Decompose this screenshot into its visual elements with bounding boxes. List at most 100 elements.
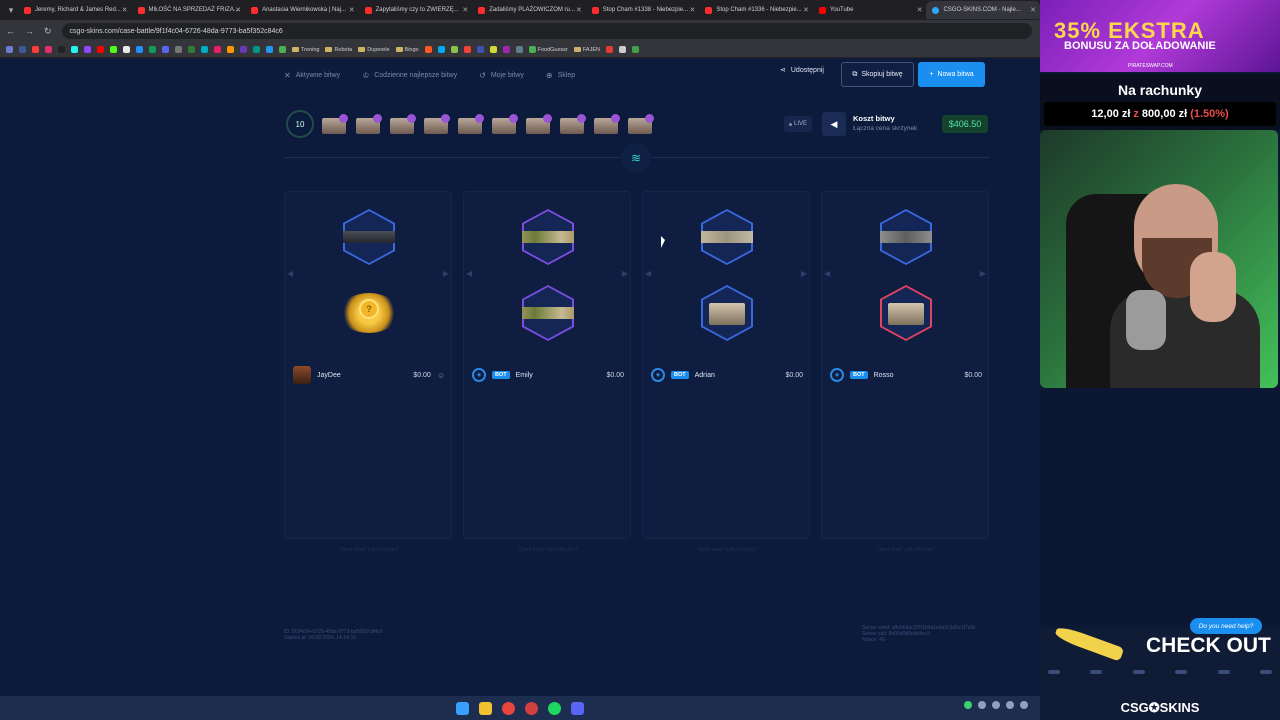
spotify-icon[interactable] — [548, 701, 561, 715]
tab-list-icon[interactable]: ▾ — [4, 5, 18, 16]
tray-icon[interactable] — [992, 701, 1000, 709]
bookmark-icon[interactable] — [136, 46, 143, 53]
browser-tab[interactable]: Stop Cham #1338 - Niebezpie... ✕ — [586, 1, 700, 19]
bookmark-icon[interactable] — [162, 46, 169, 53]
windows-start-icon[interactable] — [456, 701, 469, 715]
player-amount: $0.00 — [413, 371, 431, 379]
url-field[interactable]: csgo-skins.com/case-battle/9f1f4c04-6726… — [61, 23, 1032, 39]
speaker-icon: ◀ — [830, 118, 838, 129]
item-slot: ? — [285, 278, 453, 348]
bookmark-icon[interactable] — [84, 46, 91, 53]
bookmark-icon[interactable] — [437, 46, 445, 53]
bookmark-icon[interactable] — [214, 46, 221, 53]
bookmark-icon[interactable] — [253, 46, 260, 53]
bookmark-folder-robota[interactable]: Robota — [325, 47, 352, 53]
case-battle-page: ✕ Aktywne bitwy ♔ Codzienne najlepsze bitw… — [0, 58, 1040, 696]
bookmark-icon[interactable] — [606, 46, 613, 53]
url-text: csgo-skins.com/case-battle/9f1f4c04-6726… — [69, 27, 283, 35]
bookmark-icon[interactable] — [32, 46, 39, 53]
browser-tab[interactable]: MIŁOŚĆ NA SPRZEDAŻ FRIZA... ✕ — [132, 1, 246, 19]
tray-icon[interactable] — [964, 701, 972, 709]
close-icon[interactable]: ✕ — [803, 6, 809, 14]
nav-daily-best[interactable]: ♔ Codzienne najlepsze bitwy — [362, 71, 457, 80]
back-icon[interactable]: ← — [6, 26, 15, 36]
checkout-text: CHECK OUT — [1146, 634, 1271, 657]
copy-battle-button[interactable]: ⧉ Skopiuj bitwę — [841, 62, 914, 87]
bookmark-folder-fajen[interactable]: FAJEN — [573, 47, 600, 53]
close-icon[interactable]: ✕ — [689, 6, 695, 14]
discord-icon[interactable] — [571, 701, 584, 715]
help-button[interactable]: Do you need help? — [1190, 618, 1262, 634]
bookmark-icon[interactable] — [266, 46, 273, 53]
client-seed: Client seed: 1d4c1f0e2ac7 — [697, 547, 757, 553]
bookmark-icon[interactable] — [71, 46, 78, 53]
bookmark-folder-bingo[interactable]: Bingo — [395, 46, 419, 53]
weapon-icon — [880, 231, 932, 243]
youtube-icon — [591, 6, 599, 14]
bookmark-icon[interactable] — [240, 46, 247, 53]
checkout-banner: CHECK OUT CSG✪SKINS — [1040, 624, 1280, 720]
bookmark-icon[interactable] — [632, 46, 639, 53]
close-icon[interactable]: ✕ — [917, 6, 923, 14]
bookmark-folder-trening[interactable]: Trening — [292, 47, 319, 53]
browser-tab[interactable]: Anastasia Wiernikowska | Naj... ✕ — [245, 1, 359, 19]
chrome-icon[interactable] — [502, 701, 515, 715]
bookmark-icon[interactable] — [201, 46, 208, 53]
arrow-left-icon: ◀ — [645, 269, 652, 278]
close-icon[interactable]: ✕ — [576, 6, 582, 14]
bookmark-icon[interactable] — [502, 46, 510, 53]
browser-tab[interactable]: Jeremy, Richard & James Red... ✕ — [18, 1, 132, 19]
bookmark-icon[interactable] — [58, 46, 65, 53]
new-battle-button[interactable]: + Nowa bitwa — [918, 62, 985, 87]
nav-active-battles[interactable]: ✕ Aktywne bitwy — [284, 71, 340, 80]
bookmark-icon[interactable] — [619, 46, 626, 53]
nav-my-battles[interactable]: ↺ Moje bitwy — [479, 71, 524, 80]
bookmark-icon[interactable] — [19, 46, 26, 53]
close-icon[interactable]: ✕ — [1030, 6, 1036, 14]
close-icon[interactable]: ✕ — [462, 6, 468, 14]
bookmark-icon[interactable] — [450, 46, 458, 53]
player-row: ◉ BOT Emily $0.00 — [464, 360, 632, 390]
bookmark-icon[interactable] — [97, 46, 104, 53]
share-label: Udostępnij — [790, 66, 824, 74]
browser-tab[interactable]: Zadaliśmy PLAŻOWICZOM ru... ✕ — [472, 1, 586, 19]
bookmark-folder-duperele[interactable]: Duperele — [358, 47, 390, 53]
copy-icon: ⧉ — [852, 70, 858, 78]
bookmark-icon[interactable] — [424, 46, 432, 53]
app-icon[interactable] — [525, 701, 538, 715]
reload-icon[interactable]: ↻ — [44, 26, 52, 37]
tray-icon[interactable] — [978, 701, 986, 709]
browser-tab[interactable]: YouTube ✕ — [813, 1, 927, 19]
bookmark-icon[interactable] — [123, 46, 130, 53]
bookmark-icon[interactable] — [515, 46, 523, 53]
close-icon[interactable]: ✕ — [235, 6, 241, 14]
tray-icon[interactable] — [1020, 701, 1028, 709]
bookmark-icon[interactable] — [45, 46, 52, 53]
bookmark-icon[interactable] — [279, 46, 286, 53]
bookmark-label: Bingo — [404, 46, 419, 53]
bookmark-icon[interactable] — [476, 46, 484, 53]
volume-button[interactable]: ◀ — [822, 112, 846, 136]
file-explorer-icon[interactable] — [479, 701, 492, 715]
bookmark-icon[interactable] — [149, 46, 156, 53]
browser-tab[interactable]: Stop Cham #1336 - Niebezpie... ✕ — [699, 1, 813, 19]
bookmark-icon[interactable] — [463, 46, 471, 53]
tray-icon[interactable] — [1006, 701, 1014, 709]
browser-tab-active[interactable]: CSGO-SKINS.COM - Najle... ✕ — [926, 1, 1040, 19]
bookmark-icon[interactable] — [6, 46, 13, 53]
bookmark-icon[interactable] — [175, 46, 182, 53]
case-icon — [422, 112, 450, 136]
bookmark-icon[interactable] — [227, 46, 234, 53]
tab-title: Zadaliśmy PLAŻOWICZOM ru... — [489, 7, 575, 13]
nav-shop[interactable]: ⊕ Sklep — [546, 71, 575, 80]
share-button[interactable]: ⋖ Udostępnij — [780, 66, 824, 75]
bookmark-icon[interactable] — [188, 46, 195, 53]
bookmark-foodguessr[interactable]: FoodGuessr — [528, 46, 568, 53]
close-icon[interactable]: ✕ — [122, 6, 128, 14]
forward-icon[interactable]: → — [25, 26, 34, 36]
bookmark-icon[interactable] — [489, 46, 497, 53]
item-hex — [880, 209, 932, 265]
browser-tab[interactable]: Zapytaliśmy czy to ZWIERZĘ... ✕ — [359, 1, 473, 19]
close-icon[interactable]: ✕ — [349, 6, 355, 14]
bookmark-icon[interactable] — [110, 46, 117, 53]
